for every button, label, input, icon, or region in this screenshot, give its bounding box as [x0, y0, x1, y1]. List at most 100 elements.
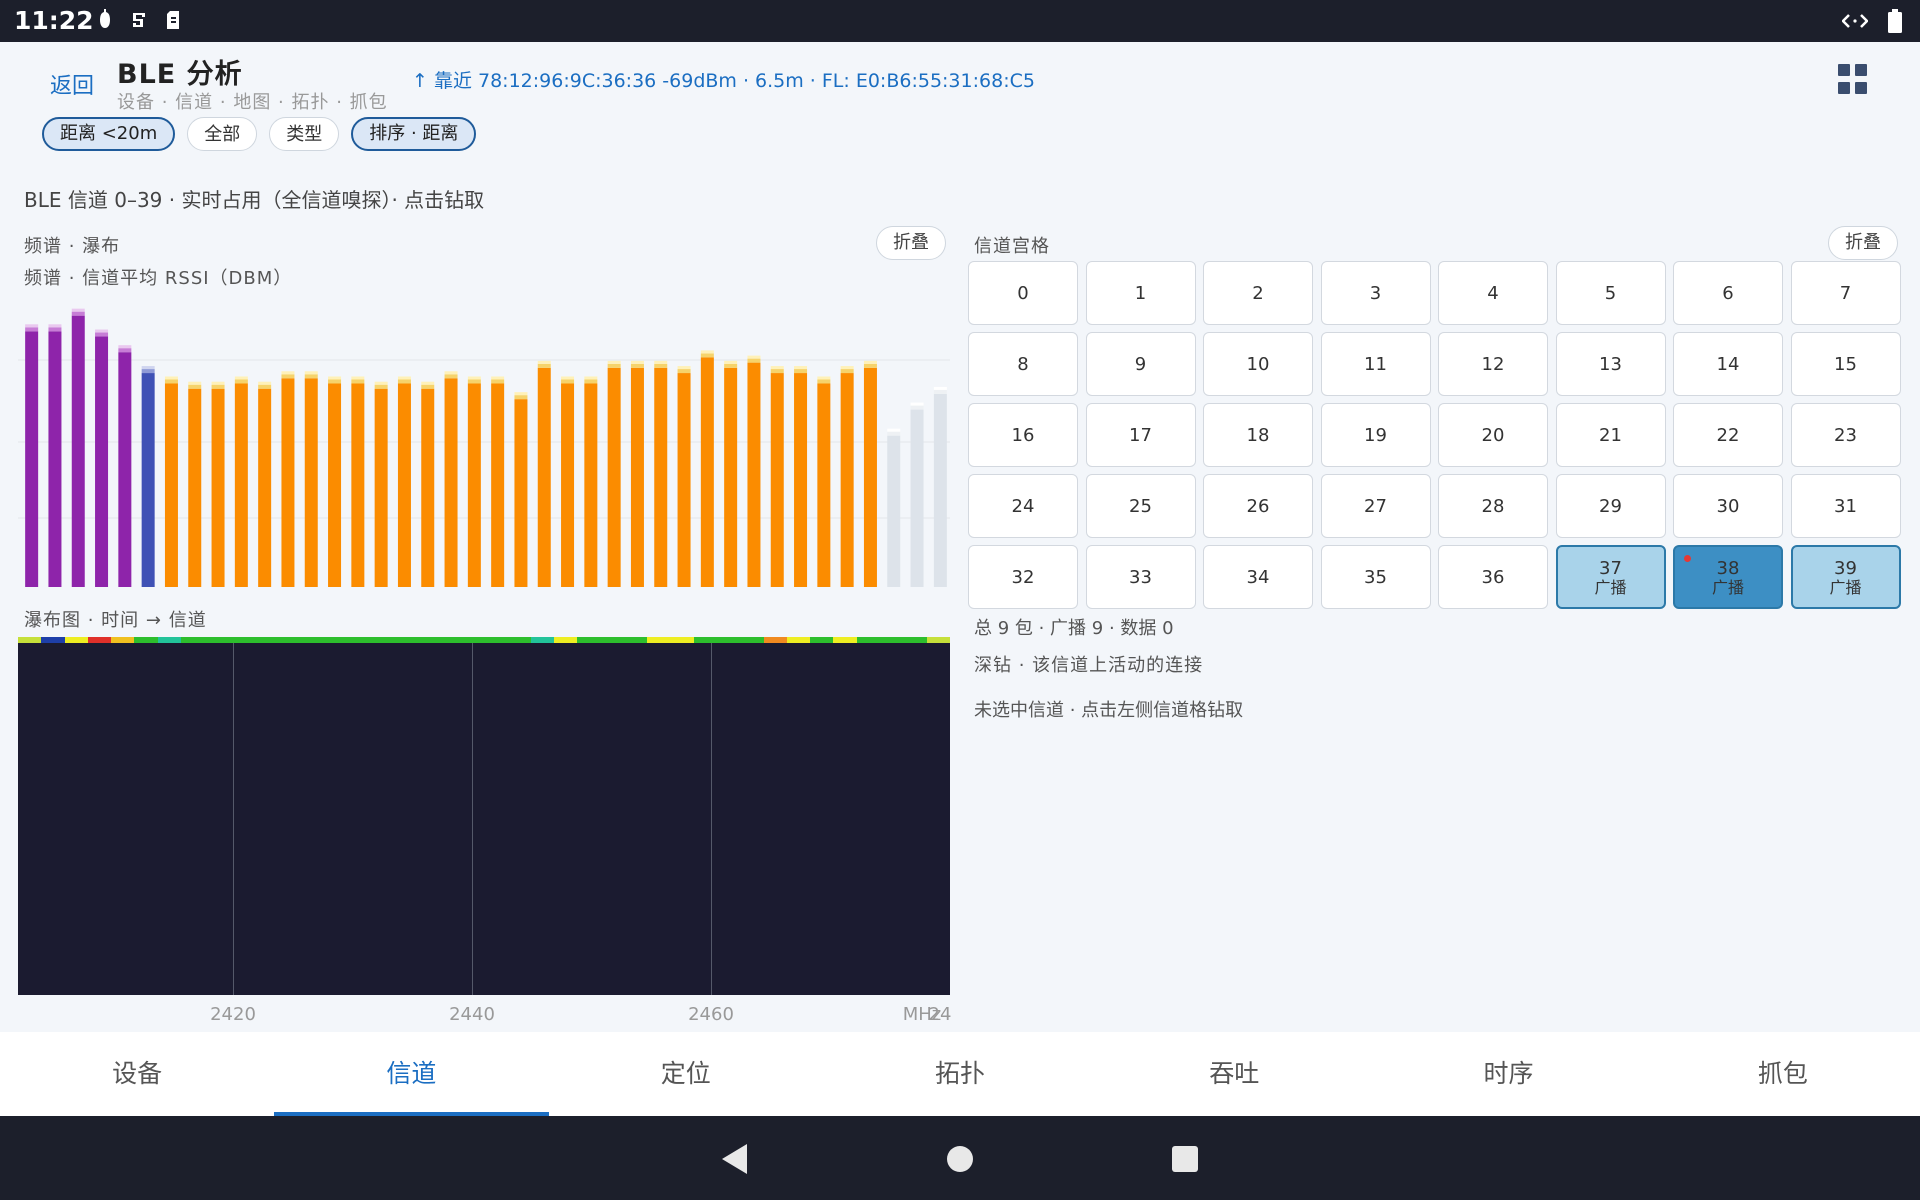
- tab-5[interactable]: 时序: [1371, 1032, 1645, 1116]
- nav-back-icon[interactable]: [722, 1144, 747, 1174]
- spectrum-bar-ch26[interactable]: [630, 367, 644, 587]
- spectrum-bar-ch33[interactable]: [794, 373, 808, 587]
- spectrum-fold-button[interactable]: 折叠: [876, 226, 946, 260]
- spectrum-bar-ch9[interactable]: [234, 383, 248, 587]
- channel-cell-16[interactable]: 16: [968, 403, 1078, 467]
- channel-cell-19[interactable]: 19: [1320, 403, 1431, 467]
- tab-6[interactable]: 抓包: [1646, 1032, 1920, 1116]
- spectrum-bar-ch25[interactable]: [607, 367, 621, 587]
- spectrum-bar-ch11[interactable]: [281, 378, 295, 587]
- filter-chip-type[interactable]: 类型: [269, 117, 340, 151]
- nav-recent-icon[interactable]: [1172, 1146, 1198, 1172]
- channel-cell-36[interactable]: 36: [1438, 545, 1548, 609]
- channel-grid-fold-button[interactable]: 折叠: [1828, 226, 1898, 260]
- channel-cell-37[interactable]: 37 广播: [1555, 545, 1666, 609]
- channel-cell-8[interactable]: 8: [968, 332, 1078, 396]
- spectrum-bar-ch35[interactable]: [840, 373, 854, 587]
- spectrum-bar-ch15[interactable]: [374, 388, 388, 587]
- channel-cell-29[interactable]: 29: [1555, 474, 1666, 538]
- back-button[interactable]: 返回: [50, 68, 94, 100]
- channel-cell-5[interactable]: 5: [1555, 261, 1666, 325]
- spectrum-bar-ch16[interactable]: [397, 383, 411, 587]
- channel-cell-1[interactable]: 1: [1085, 261, 1196, 325]
- channel-cell-9[interactable]: 9: [1085, 332, 1196, 396]
- channel-cell-33[interactable]: 33: [1085, 545, 1196, 609]
- channel-cell-14[interactable]: 14: [1673, 332, 1783, 396]
- spectrum-bar-ch21[interactable]: [514, 399, 528, 587]
- spectrum-bar-ch23[interactable]: [561, 383, 575, 587]
- spectrum-bar-ch4[interactable]: [118, 352, 132, 587]
- channel-cell-28[interactable]: 28: [1438, 474, 1548, 538]
- spectrum-bar-ch3[interactable]: [95, 336, 109, 587]
- channel-cell-0[interactable]: 0: [968, 261, 1078, 325]
- channel-cell-35[interactable]: 35: [1320, 545, 1431, 609]
- spectrum-bar-ch5[interactable]: [141, 373, 155, 587]
- spectrum-bar-ch30[interactable]: [724, 367, 738, 587]
- spectrum-bar-ch31[interactable]: [747, 362, 761, 587]
- channel-cell-15[interactable]: 15: [1790, 332, 1901, 396]
- spectrum-bar-ch38[interactable]: [910, 409, 924, 587]
- channel-cell-30[interactable]: 30: [1673, 474, 1783, 538]
- spectrum-bar-ch8[interactable]: [211, 388, 225, 587]
- channel-cell-2[interactable]: 2: [1203, 261, 1313, 325]
- spectrum-bar-ch32[interactable]: [770, 373, 784, 587]
- channel-cell-31[interactable]: 31: [1790, 474, 1901, 538]
- channel-cell-22[interactable]: 22: [1673, 403, 1783, 467]
- tab-3[interactable]: 拓扑: [823, 1032, 1097, 1116]
- channel-cell-11[interactable]: 11: [1320, 332, 1431, 396]
- spectrum-bar-ch29[interactable]: [700, 357, 714, 587]
- channel-cell-13[interactable]: 13: [1555, 332, 1666, 396]
- spectrum-bar-ch37[interactable]: [887, 435, 901, 587]
- channel-cell-23[interactable]: 23: [1790, 403, 1901, 467]
- spectrum-bar-ch7[interactable]: [188, 388, 202, 587]
- spectrum-bar-ch22[interactable]: [537, 367, 551, 587]
- spectrum-bar-ch10[interactable]: [258, 388, 272, 587]
- channel-cell-18[interactable]: 18: [1203, 403, 1313, 467]
- spectrum-bar-ch12[interactable]: [304, 378, 318, 587]
- channel-cell-27[interactable]: 27: [1320, 474, 1431, 538]
- filter-chip-sort[interactable]: 排序 · 距离: [351, 117, 477, 151]
- filter-chip-distance[interactable]: 距离 <20m: [42, 117, 176, 151]
- spectrum-bar-ch18[interactable]: [444, 378, 458, 587]
- spectrum-bar-ch39[interactable]: [933, 393, 947, 587]
- channel-cell-26[interactable]: 26: [1203, 474, 1313, 538]
- channel-cell-6[interactable]: 6: [1673, 261, 1783, 325]
- filter-chip-all[interactable]: 全部: [187, 117, 258, 151]
- spectrum-bar-ch17[interactable]: [421, 388, 435, 587]
- channel-cell-38[interactable]: 38 广播: [1673, 545, 1783, 609]
- waterfall-gridline: [233, 643, 234, 995]
- channel-cell-34[interactable]: 34: [1203, 545, 1313, 609]
- spectrum-bar-ch2[interactable]: [71, 315, 85, 587]
- grid-view-icon[interactable]: [1838, 64, 1868, 94]
- channel-cell-20[interactable]: 20: [1438, 403, 1548, 467]
- channel-cell-24[interactable]: 24: [968, 474, 1078, 538]
- spectrum-bar-ch34[interactable]: [817, 383, 831, 587]
- tab-2[interactable]: 定位: [549, 1032, 823, 1116]
- channel-cell-39[interactable]: 39 广播: [1790, 545, 1901, 609]
- nearest-device-info[interactable]: ↑ 靠近 78:12:96:9C:36:36 -69dBm · 6.5m · F…: [412, 66, 1035, 93]
- spectrum-bar-ch20[interactable]: [491, 383, 505, 587]
- tab-0[interactable]: 设备: [0, 1032, 274, 1116]
- channel-cell-17[interactable]: 17: [1085, 403, 1196, 467]
- channel-cell-10[interactable]: 10: [1203, 332, 1313, 396]
- channel-cell-7[interactable]: 7: [1790, 261, 1901, 325]
- spectrum-bar-ch0[interactable]: [25, 331, 39, 587]
- spectrum-bar-ch27[interactable]: [654, 367, 668, 587]
- tab-1[interactable]: 信道: [274, 1032, 549, 1116]
- spectrum-bar-ch14[interactable]: [351, 383, 365, 587]
- channel-cell-4[interactable]: 4: [1438, 261, 1548, 325]
- nav-home-icon[interactable]: [947, 1146, 973, 1172]
- channel-cell-32[interactable]: 32: [968, 545, 1078, 609]
- spectrum-bar-ch1[interactable]: [48, 331, 62, 587]
- spectrum-bar-ch19[interactable]: [467, 383, 481, 587]
- channel-cell-12[interactable]: 12: [1438, 332, 1548, 396]
- spectrum-bar-ch36[interactable]: [863, 367, 877, 587]
- spectrum-bar-ch6[interactable]: [164, 383, 178, 587]
- spectrum-bar-ch13[interactable]: [328, 383, 342, 587]
- tab-4[interactable]: 吞吐: [1097, 1032, 1371, 1116]
- spectrum-bar-ch24[interactable]: [584, 383, 598, 587]
- channel-cell-25[interactable]: 25: [1085, 474, 1196, 538]
- spectrum-bar-ch28[interactable]: [677, 373, 691, 587]
- channel-cell-3[interactable]: 3: [1320, 261, 1431, 325]
- channel-cell-21[interactable]: 21: [1555, 403, 1666, 467]
